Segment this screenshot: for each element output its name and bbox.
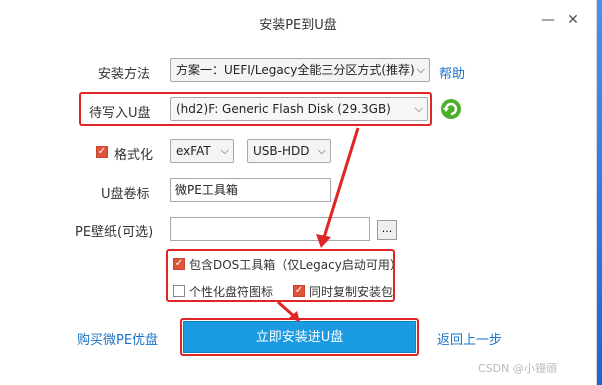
filesystem-value: exFAT	[176, 144, 211, 158]
filesystem-select[interactable]: exFAT ⌵	[170, 139, 234, 163]
format-checkbox[interactable]: ✓	[96, 146, 108, 158]
highlight-box-options	[166, 249, 395, 302]
highlight-box-install	[180, 318, 419, 356]
boot-mode-select[interactable]: USB-HDD ⌵	[247, 139, 331, 163]
format-label: 格式化	[114, 148, 154, 163]
window-title: 安装PE到U盘	[259, 18, 337, 33]
install-method-value: 方案一：UEFI/Legacy全能三分区方式(推荐)	[176, 63, 415, 77]
install-method-select[interactable]: 方案一：UEFI/Legacy全能三分区方式(推荐) ⌵	[170, 58, 430, 82]
install-method-label: 安装方法	[98, 67, 151, 82]
volume-label-input[interactable]: 微PE工具箱	[170, 178, 331, 202]
boot-mode-value: USB-HDD	[253, 144, 310, 158]
chevron-down-icon: ⌵	[416, 63, 425, 76]
buy-usb-link[interactable]: 购买微PE优盘	[77, 329, 158, 348]
title-bar: 安装PE到U盘 — ✕	[0, 0, 596, 44]
browse-button[interactable]: ...	[377, 220, 397, 240]
installer-window: 安装PE到U盘 — ✕ 安装方法 方案一：UEFI/Legacy全能三分区方式(…	[0, 0, 597, 385]
highlight-box-target-disk	[79, 92, 432, 126]
volume-label-label: U盘卷标	[101, 187, 150, 202]
wallpaper-label: PE壁纸(可选)	[75, 225, 154, 240]
wallpaper-input[interactable]	[170, 217, 370, 241]
back-link[interactable]: 返回上一步	[437, 329, 502, 348]
chevron-down-icon: ⌵	[317, 144, 326, 157]
help-link[interactable]: 帮助	[439, 63, 465, 82]
refresh-icon[interactable]	[440, 98, 462, 120]
minimize-button[interactable]: —	[538, 12, 558, 28]
csdn-watermark: CSDN @小镘頭	[478, 362, 557, 375]
close-button[interactable]: ✕	[563, 12, 583, 28]
chevron-down-icon: ⌵	[220, 144, 229, 157]
